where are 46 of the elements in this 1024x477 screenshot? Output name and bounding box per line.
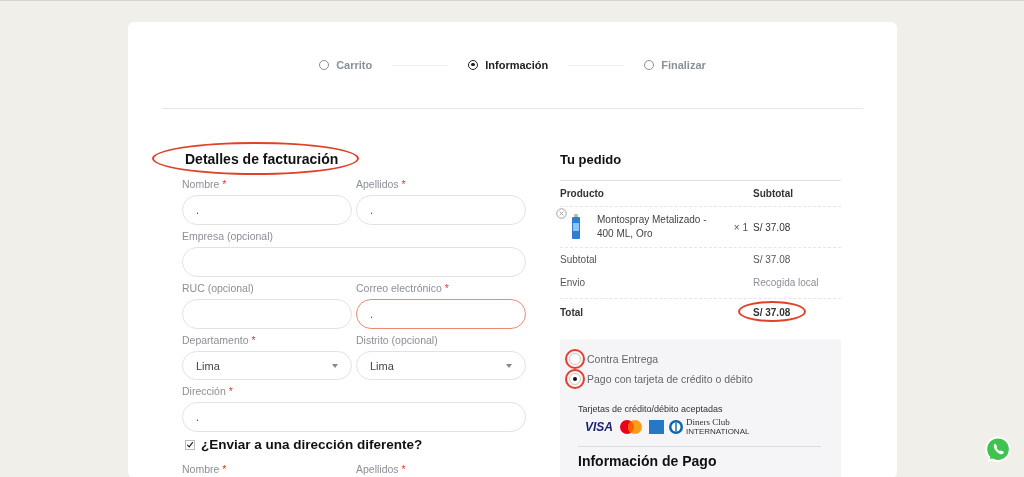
total-label: Envio [560, 277, 586, 288]
column-header: Subtotal [753, 188, 794, 199]
quantity: × 1 [733, 221, 748, 233]
input-field[interactable]: . [356, 195, 526, 225]
select-field[interactable]: Lima [356, 351, 526, 380]
mastercard-logo [619, 419, 643, 435]
field-label: Apellidos * [356, 178, 407, 190]
price: S/ 37.08 [753, 221, 792, 233]
column-header: Producto [560, 188, 605, 199]
section-heading: Información de Pago [578, 453, 718, 469]
field-label: Dirección * [182, 385, 234, 397]
select-field[interactable]: Lima [182, 351, 352, 380]
input-field[interactable] [182, 247, 526, 277]
section-heading: Tu pedido [560, 151, 623, 169]
total-value: Recogida local [753, 277, 819, 288]
payment-option-label: Contra Entrega [587, 353, 659, 365]
total-value: S/ 37.08 [753, 254, 791, 265]
field-label: Departamento * [182, 334, 257, 346]
visa-logo: VISA [585, 420, 613, 434]
field-label: Nombre * [182, 463, 228, 475]
input-field[interactable]: . [356, 299, 526, 329]
payment-option-label: Pago con tarjeta de crédito o débito [587, 373, 753, 385]
field-label: Correo electrónico * [356, 282, 450, 294]
field-label: Empresa (opcional) [182, 230, 275, 242]
amex-logo [649, 420, 664, 434]
input-field[interactable]: . [182, 195, 352, 225]
total-label: Total [560, 306, 585, 318]
input-field[interactable]: . [182, 402, 526, 432]
field-label: Distrito (opcional) [356, 334, 439, 346]
total-value: S/ 37.08 [753, 306, 791, 318]
product-thumbnail [571, 214, 581, 240]
total-label: Subtotal [560, 254, 598, 265]
field-label: Nombre * [182, 178, 228, 190]
checkbox[interactable] [185, 439, 195, 450]
remove-icon[interactable] [556, 208, 567, 219]
field-label: RUC (opcional) [182, 282, 255, 294]
field-label: Apellidos * [356, 463, 407, 475]
product-name: Montospray Metalizado - 400 ML, Oro [597, 213, 708, 241]
section-heading: Detalles de facturación [185, 151, 340, 167]
input-field[interactable] [182, 299, 352, 329]
diners-logo: Diners Club INTERNATIONAL [668, 418, 750, 436]
caret-icon [332, 363, 338, 368]
cards-caption: Tarjetas de crédito/débito aceptadas [578, 404, 724, 414]
checkout-step[interactable]: Información [468, 59, 549, 71]
caret-icon [506, 363, 512, 368]
checkbox-label: ¿Enviar a una dirección diferente? [201, 437, 423, 452]
